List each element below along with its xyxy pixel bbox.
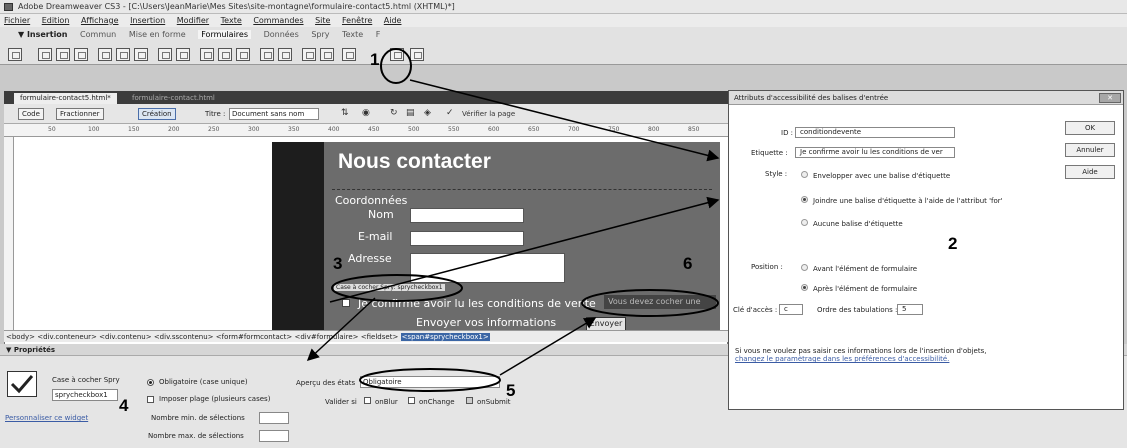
- annotation-overlay: [306, 48, 720, 392]
- callout-4: 4: [119, 396, 129, 415]
- callout-5: 5: [506, 381, 516, 400]
- arrow-1: [409, 79, 720, 162]
- callout-6: 6: [683, 254, 693, 273]
- highlight-ellipse-5: [359, 368, 501, 392]
- arrow-2: [329, 196, 720, 303]
- highlight-ellipse-1: [380, 48, 412, 84]
- arrow-5: [499, 317, 597, 376]
- callout-1: 1: [370, 50, 380, 69]
- highlight-ellipse-6: [581, 289, 719, 317]
- callout-2: 2: [948, 234, 958, 253]
- callout-3: 3: [333, 254, 343, 273]
- arrow-3: [306, 297, 376, 362]
